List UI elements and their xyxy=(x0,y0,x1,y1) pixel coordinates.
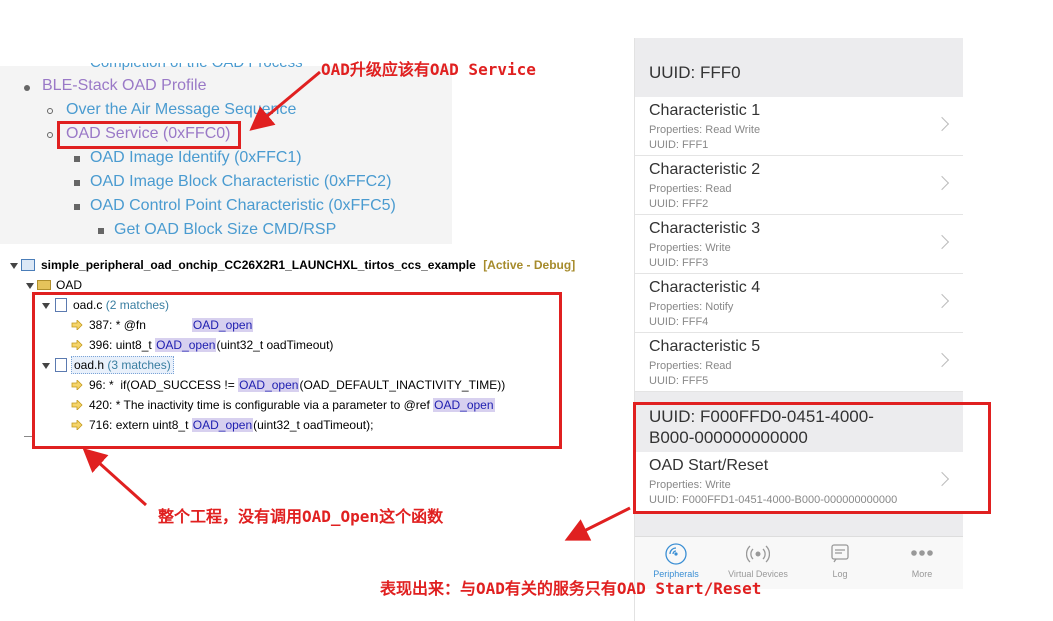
arrow-to-search-results xyxy=(82,447,148,507)
annotation-arrows xyxy=(82,70,631,541)
arrow-to-oad-service xyxy=(249,70,321,131)
arrow-to-bottom-note xyxy=(564,506,631,541)
